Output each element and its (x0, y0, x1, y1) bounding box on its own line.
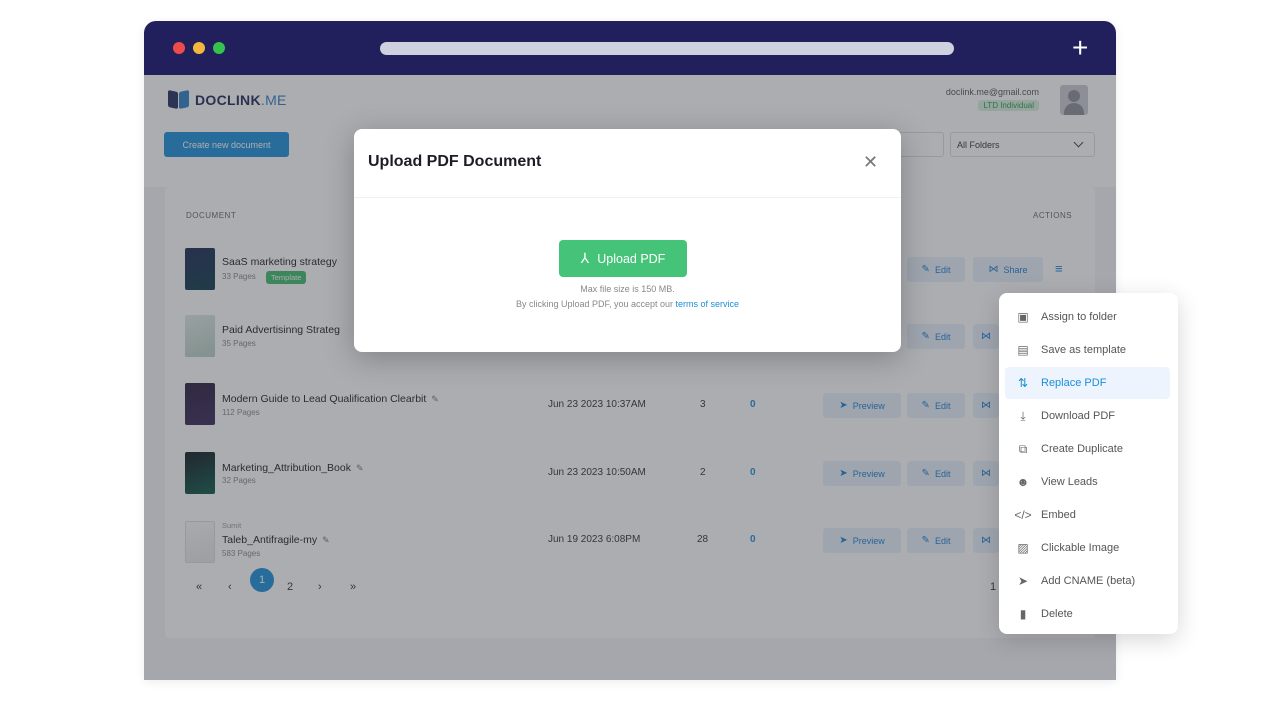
menu-item-label: Download PDF (1041, 410, 1115, 422)
menu-item-save-as-template[interactable]: ▤ Save as template (1005, 334, 1170, 366)
menu-item-embed[interactable]: </> Embed (1005, 499, 1170, 531)
menu-item-create-duplicate[interactable]: ⧉ Create Duplicate (1005, 433, 1170, 465)
browser-titlebar: + (144, 21, 1116, 75)
menu-item-label: Replace PDF (1041, 377, 1107, 389)
code-icon: </> (1014, 508, 1032, 522)
upload-pdf-modal: Upload PDF Document ✕ ⅄ Upload PDF Max f… (354, 129, 901, 352)
menu-item-label: Delete (1041, 608, 1073, 620)
image-icon: ▨ (1017, 541, 1029, 555)
duplicate-icon: ⧉ (1018, 441, 1028, 456)
menu-item-clickable-image[interactable]: ▨ Clickable Image (1005, 532, 1170, 564)
modal-title: Upload PDF Document (368, 153, 542, 170)
menu-item-label: Embed (1041, 509, 1076, 521)
document-actions-menu: ▣ Assign to folder ▤ Save as template ⇅ Rep… (999, 293, 1178, 634)
menu-item-label: Save as template (1041, 344, 1126, 356)
menu-item-replace-pdf[interactable]: ⇅ Replace PDF (1005, 367, 1170, 399)
send-icon: ➤ (1017, 574, 1029, 588)
users-icon: ☻ (1016, 475, 1030, 489)
swap-icon: ⇅ (1017, 376, 1029, 390)
close-icon[interactable]: ✕ (863, 153, 878, 171)
menu-item-delete[interactable]: ▮ Delete (1005, 598, 1170, 630)
menu-item-label: View Leads (1041, 476, 1098, 488)
menu-item-label: Clickable Image (1041, 542, 1120, 554)
modal-divider (354, 197, 901, 198)
close-window-dot[interactable] (173, 42, 185, 54)
upload-pdf-button[interactable]: ⅄ Upload PDF (559, 240, 687, 277)
trash-icon: ▮ (1019, 607, 1027, 621)
menu-item-label: Assign to folder (1041, 311, 1117, 323)
plus-icon[interactable]: + (1072, 34, 1088, 62)
menu-item-label: Add CNAME (beta) (1041, 575, 1136, 587)
address-bar[interactable] (380, 42, 954, 55)
menu-item-download-pdf[interactable]: ⤓ Download PDF (1005, 400, 1170, 432)
minimize-window-dot[interactable] (193, 42, 205, 54)
maximize-window-dot[interactable] (213, 42, 225, 54)
terms-note-text: By clicking Upload PDF, you accept our (515, 299, 674, 309)
download-icon: ⤓ (1020, 408, 1026, 423)
upload-pdf-label: Upload PDF (597, 251, 666, 266)
terms-note: By clicking Upload PDF, you accept our t… (354, 299, 901, 309)
folder-plus-icon: ▣ (1017, 310, 1029, 324)
template-icon: ▤ (1017, 343, 1029, 357)
menu-item-view-leads[interactable]: ☻ View Leads (1005, 466, 1170, 498)
menu-item-assign-to-folder[interactable]: ▣ Assign to folder (1005, 301, 1170, 333)
menu-item-label: Create Duplicate (1041, 443, 1123, 455)
menu-item-add-cname[interactable]: ➤ Add CNAME (beta) (1005, 565, 1170, 597)
terms-of-service-link[interactable]: terms of service (676, 299, 740, 309)
max-file-size-note: Max file size is 150 MB. (580, 284, 675, 294)
pdf-icon: ⅄ (580, 250, 590, 266)
